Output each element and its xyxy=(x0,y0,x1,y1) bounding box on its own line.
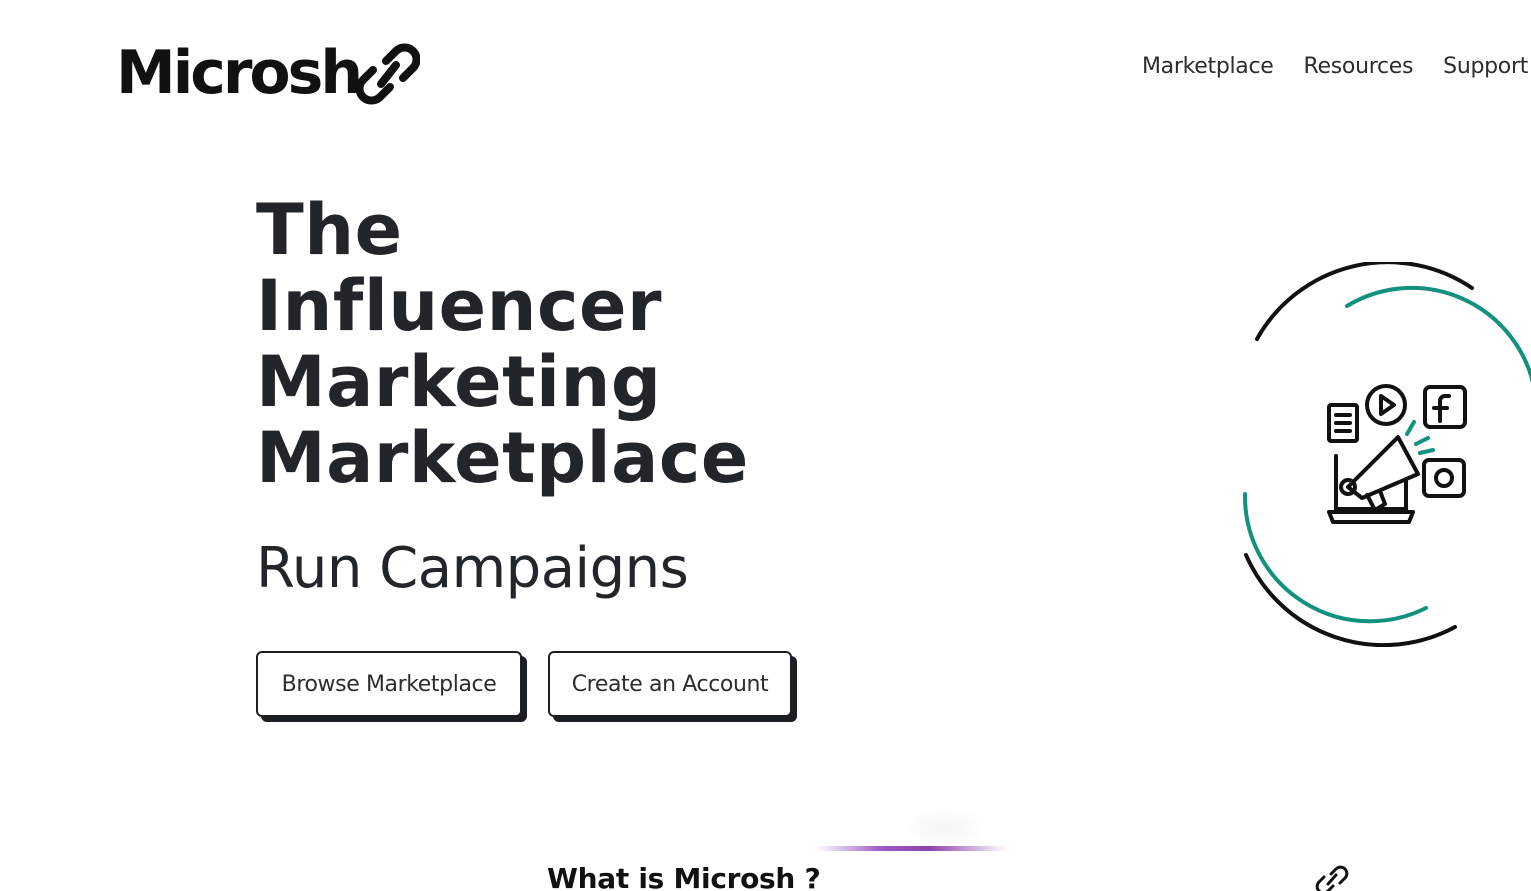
create-account-button[interactable]: Create an Account xyxy=(548,651,792,717)
browse-marketplace-button[interactable]: Browse Marketplace xyxy=(256,651,522,717)
divider-glow xyxy=(900,806,990,850)
chain-link-icon xyxy=(356,43,421,105)
hero-subtitle: Run Campaigns xyxy=(256,536,689,601)
logo-text: Microsh xyxy=(116,38,363,108)
hero-title-line: The xyxy=(256,189,403,271)
hero-title-line: Marketplace xyxy=(256,417,749,499)
main-nav: Marketplace Resources Support xyxy=(1142,54,1528,79)
hero-title-line: Influencer xyxy=(256,265,662,347)
link-icon xyxy=(1315,865,1349,891)
nav-item-resources[interactable]: Resources xyxy=(1304,54,1414,79)
nav-item-marketplace[interactable]: Marketplace xyxy=(1142,54,1274,79)
megaphone-laptop-social-icon xyxy=(1242,262,1531,647)
hero-title: The Influencer Marketing Marketplace xyxy=(256,192,749,496)
hero-title-line: Marketing xyxy=(256,341,662,423)
nav-item-support[interactable]: Support xyxy=(1443,54,1528,79)
logo-link[interactable]: Microsh xyxy=(116,38,421,108)
about-heading: What is Microsh ? xyxy=(547,862,821,891)
page: Microsh Marketplace Resources Support Th… xyxy=(0,0,1531,891)
section-divider xyxy=(816,846,1006,851)
